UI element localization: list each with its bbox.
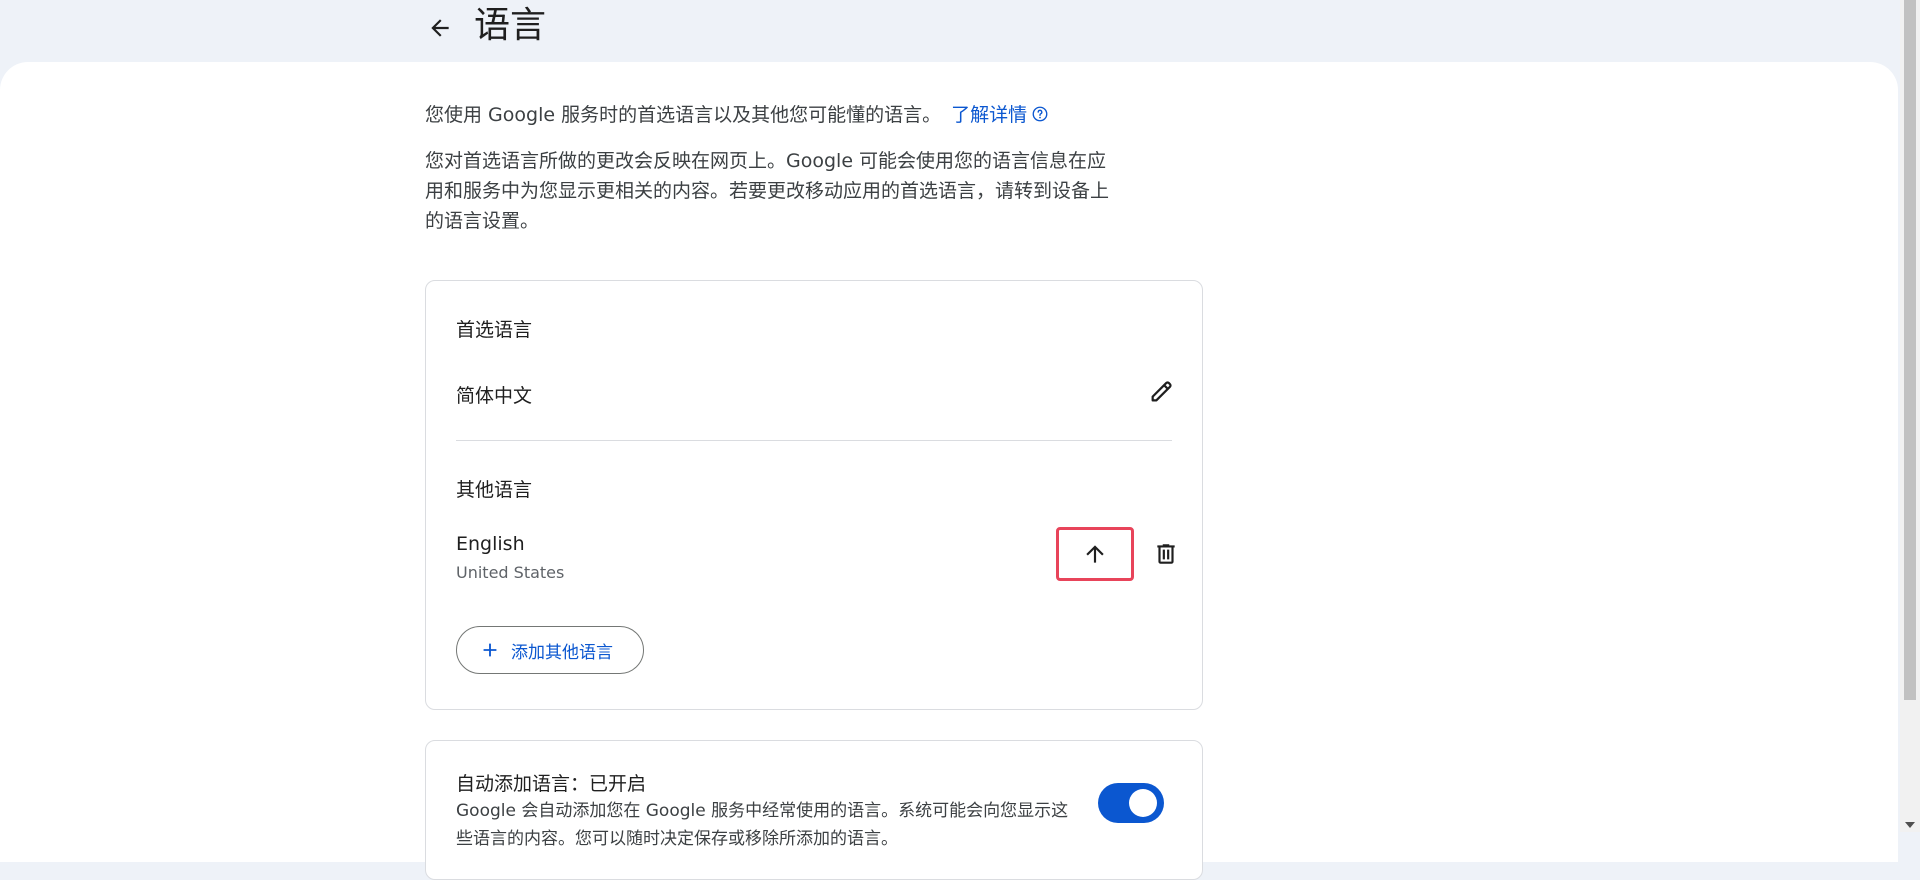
page-header: 语言 — [0, 0, 1900, 62]
add-language-label: 添加其他语言 — [511, 642, 613, 663]
move-up-button[interactable] — [1056, 527, 1134, 581]
languages-card: 首选语言 简体中文 其他语言 English United States 添加其… — [425, 280, 1203, 710]
intro-paragraph: 您对首选语言所做的更改会反映在网页上。Google 可能会使用您的语言信息在应用… — [425, 150, 1110, 232]
pencil-icon — [1151, 381, 1172, 402]
arrow-up-icon — [1086, 545, 1104, 563]
intro-text: 您使用 Google 服务时的首选语言以及其他您可能懂的语言。 — [425, 104, 942, 126]
auto-add-card: 自动添加语言：已开启 Google 会自动添加您在 Google 服务中经常使用… — [425, 740, 1203, 880]
learn-more-label: 了解详情 — [951, 104, 1028, 126]
auto-add-heading: 自动添加语言：已开启 — [456, 773, 647, 795]
trash-icon — [1157, 544, 1175, 564]
other-language-region: United States — [456, 563, 565, 582]
divider — [456, 440, 1172, 441]
scrollbar[interactable] — [1900, 0, 1920, 832]
scrollbar-thumb[interactable] — [1904, 0, 1916, 700]
other-languages-heading: 其他语言 — [456, 479, 533, 501]
scroll-down-arrow-icon[interactable] — [1905, 822, 1915, 828]
learn-more-link[interactable]: 了解详情 — [951, 104, 1049, 126]
arrow-back-icon — [431, 19, 449, 37]
auto-add-description: Google 会自动添加您在 Google 服务中经常使用的语言。系统可能会向您… — [456, 801, 1069, 849]
intro-section: 您使用 Google 服务时的首选语言以及其他您可能懂的语言。 了解详情 您对首选… — [425, 100, 1125, 236]
help-circle-icon — [1032, 106, 1048, 122]
plus-icon — [479, 639, 501, 661]
page-title: 语言 — [474, 5, 547, 46]
add-language-button[interactable]: 添加其他语言 — [456, 626, 644, 674]
back-button[interactable] — [418, 6, 462, 50]
toggle-knob — [1129, 789, 1157, 817]
auto-add-toggle[interactable] — [1098, 783, 1164, 823]
preferred-language-heading: 首选语言 — [456, 319, 533, 341]
delete-language-button[interactable] — [1144, 532, 1188, 576]
intro-line: 您使用 Google 服务时的首选语言以及其他您可能懂的语言。 了解详情 — [425, 100, 1125, 130]
other-language-name: English — [456, 533, 525, 555]
preferred-language-value: 简体中文 — [456, 385, 533, 407]
edit-preferred-language-button[interactable] — [1140, 369, 1184, 413]
